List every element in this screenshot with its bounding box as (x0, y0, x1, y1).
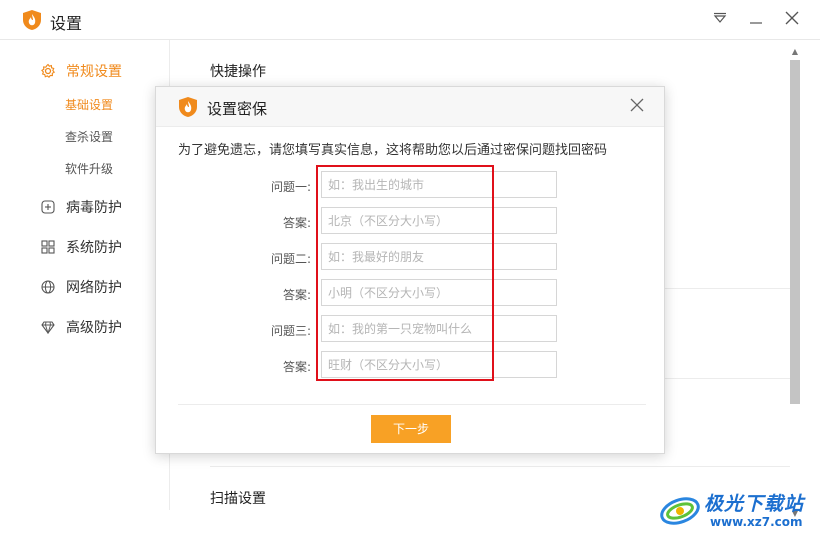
scrollbar-thumb[interactable] (790, 60, 800, 404)
sidebar-item-network[interactable]: 网络防护 (40, 275, 122, 299)
question-1-label: 问题一: (270, 180, 311, 194)
plus-square-icon (40, 199, 56, 215)
gear-icon (40, 63, 56, 79)
dialog-divider (178, 404, 646, 405)
sidebar-item-label: 系统防护 (66, 240, 122, 256)
scroll-up-arrow-icon[interactable]: ▲ (790, 48, 800, 56)
minimize-icon[interactable] (747, 11, 765, 29)
section-title-quick: 快捷操作 (210, 64, 266, 80)
answer-3-label: 答案: (282, 360, 311, 374)
aurora-logo-icon (660, 497, 700, 525)
answer-1-label: 答案: (282, 216, 311, 230)
sidebar-item-label: 病毒防护 (66, 200, 122, 216)
dialog-header: 设置密保 (156, 87, 664, 127)
app-shield-logo-icon (23, 10, 41, 30)
sidebar-item-advanced[interactable]: 高级防护 (40, 315, 122, 339)
question-1-input[interactable] (321, 171, 557, 198)
settings-window: 设置 常规设置 基础设置 查杀设置 软件升级 病毒防护 系统防护 网络防护 高级… (0, 0, 820, 540)
question-2-input[interactable] (321, 243, 557, 270)
watermark-name: 极光下载站 (704, 493, 805, 515)
sidebar-item-general[interactable]: 常规设置 (40, 59, 122, 83)
sub-item-upgrade[interactable]: 软件升级 (65, 159, 113, 179)
dialog-description: 为了避免遗忘，请您填写真实信息，这将帮助您以后通过密保问题找回密码 (178, 143, 608, 158)
dialog-close-icon[interactable] (628, 98, 646, 116)
sub-item-basic[interactable]: 基础设置 (65, 95, 113, 115)
sidebar-item-label: 网络防护 (66, 280, 122, 296)
title-bar: 设置 (0, 0, 820, 40)
sidebar-item-label: 常规设置 (66, 64, 122, 80)
divider (210, 466, 790, 467)
question-3-label: 问题三: (270, 324, 311, 338)
next-step-button[interactable]: 下一步 (371, 415, 451, 443)
window-title: 设置 (50, 14, 83, 33)
dialog-title: 设置密保 (207, 100, 268, 118)
sidebar-item-label: 高级防护 (66, 320, 122, 336)
answer-2-label: 答案: (282, 288, 311, 302)
diamond-icon (40, 319, 56, 335)
watermark-url: www.xz7.com (710, 515, 803, 529)
question-3-input[interactable] (321, 315, 557, 342)
globe-icon (40, 279, 56, 295)
app-shield-logo-icon (179, 97, 197, 117)
dropdown-menu-icon[interactable] (711, 11, 729, 29)
close-icon[interactable] (783, 11, 801, 29)
watermark: 极光下载站 www.xz7.com (658, 487, 818, 535)
sidebar-item-virus[interactable]: 病毒防护 (40, 195, 122, 219)
question-2-label: 问题二: (270, 252, 311, 266)
sub-item-scan[interactable]: 查杀设置 (65, 127, 113, 147)
answer-3-input[interactable] (321, 351, 557, 378)
answer-2-input[interactable] (321, 279, 557, 306)
security-question-dialog: 设置密保 为了避免遗忘，请您填写真实信息，这将帮助您以后通过密保问题找回密码 问… (155, 86, 665, 454)
sidebar-item-system[interactable]: 系统防护 (40, 235, 122, 259)
answer-1-input[interactable] (321, 207, 557, 234)
grid-icon (40, 239, 56, 255)
section-title-scan: 扫描设置 (210, 491, 266, 507)
sidebar: 常规设置 基础设置 查杀设置 软件升级 病毒防护 系统防护 网络防护 高级防护 (0, 40, 170, 510)
